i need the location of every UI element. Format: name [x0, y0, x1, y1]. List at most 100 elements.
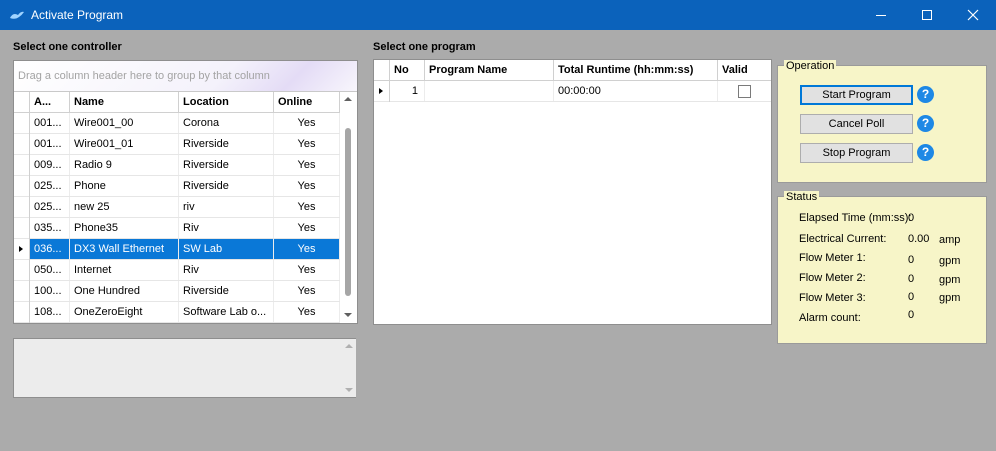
controller-address[interactable]: 009...	[30, 155, 70, 175]
controller-online[interactable]: Yes	[274, 134, 340, 154]
controller-online[interactable]: Yes	[274, 113, 340, 133]
column-header-valid[interactable]: Valid	[718, 60, 771, 80]
scroll-down-icon[interactable]	[344, 313, 352, 317]
row-indicator-icon	[14, 239, 30, 260]
controller-location[interactable]: Riverside	[179, 155, 274, 175]
program-runtime[interactable]: 00:00:00	[554, 81, 718, 101]
table-row[interactable]: 035... Phone35 Riv Yes	[14, 218, 340, 239]
controller-name[interactable]: Phone35	[70, 218, 179, 238]
message-scroll-down-icon[interactable]	[345, 388, 353, 392]
controller-location[interactable]: Corona	[179, 113, 274, 133]
controller-address[interactable]: 001...	[30, 113, 70, 133]
controller-name[interactable]: Radio 9	[70, 155, 179, 175]
column-header-total-runtime[interactable]: Total Runtime (hh:mm:ss)	[554, 60, 718, 80]
column-header-location[interactable]: Location	[179, 92, 274, 112]
operation-group: Operation Start Program ? Cancel Poll ? …	[777, 60, 987, 183]
table-row[interactable]: 025... new 25 riv Yes	[14, 197, 340, 218]
controller-online[interactable]: Yes	[274, 176, 340, 196]
controller-location[interactable]: Riverside	[179, 176, 274, 196]
table-row[interactable]: 036... DX3 Wall Ethernet SW Lab Yes	[14, 239, 340, 260]
start-help-icon[interactable]: ?	[917, 86, 934, 103]
controller-address[interactable]: 025...	[30, 176, 70, 196]
flow3-unit: gpm	[939, 292, 961, 304]
program-no[interactable]: 1	[390, 81, 425, 101]
controller-address[interactable]: 035...	[30, 218, 70, 238]
operation-title: Operation	[784, 60, 837, 72]
program-grid[interactable]: No Program Name Total Runtime (hh:mm:ss)…	[373, 59, 772, 325]
controller-address[interactable]: 036...	[30, 239, 70, 259]
status-title: Status	[784, 191, 820, 203]
controller-address[interactable]: 108...	[30, 302, 70, 322]
minimize-button[interactable]	[858, 0, 904, 30]
table-row[interactable]: 108... OneZeroEight Software Lab o... Yes	[14, 302, 340, 323]
controller-grid[interactable]: Drag a column header here to group by th…	[13, 60, 358, 324]
controller-location[interactable]: Riv	[179, 260, 274, 280]
table-row[interactable]: 100... One Hundred Riverside Yes	[14, 281, 340, 302]
program-name[interactable]	[425, 81, 554, 101]
group-by-panel[interactable]: Drag a column header here to group by th…	[14, 61, 357, 92]
controller-location[interactable]: Riverside	[179, 134, 274, 154]
controller-online[interactable]: Yes	[274, 218, 340, 238]
row-indicator	[14, 155, 30, 176]
controller-name[interactable]: One Hundred	[70, 281, 179, 301]
controller-section-label: Select one controller	[13, 41, 122, 53]
row-indicator	[14, 260, 30, 281]
table-row[interactable]: 050... Internet Riv Yes	[14, 260, 340, 281]
controller-location[interactable]: Riverside	[179, 281, 274, 301]
alarm-value: 0	[908, 309, 915, 321]
controller-location[interactable]: Software Lab o...	[179, 302, 274, 322]
controller-online[interactable]: Yes	[274, 260, 340, 280]
column-header-name[interactable]: Name	[70, 92, 179, 112]
row-indicator-icon	[374, 81, 390, 102]
table-row[interactable]: 001... Wire001_00 Corona Yes	[14, 113, 340, 134]
row-indicator	[14, 281, 30, 302]
controller-location[interactable]: SW Lab	[179, 239, 274, 259]
controller-name[interactable]: Internet	[70, 260, 179, 280]
current-label: Electrical Current:	[799, 233, 887, 245]
controller-name[interactable]: DX3 Wall Ethernet	[70, 239, 179, 259]
controller-scrollbar[interactable]	[341, 92, 355, 322]
controller-online[interactable]: Yes	[274, 281, 340, 301]
message-scroll-up-icon[interactable]	[345, 344, 353, 348]
controller-online[interactable]: Yes	[274, 239, 340, 259]
scroll-thumb[interactable]	[345, 128, 351, 296]
controller-location[interactable]: riv	[179, 197, 274, 217]
controller-address[interactable]: 025...	[30, 197, 70, 217]
table-row[interactable]: 1 00:00:00	[374, 81, 771, 102]
message-scrollbar[interactable]	[342, 339, 356, 397]
stop-program-button[interactable]: Stop Program	[800, 143, 913, 163]
controller-address[interactable]: 100...	[30, 281, 70, 301]
maximize-button[interactable]	[904, 0, 950, 30]
controller-name[interactable]: OneZeroEight	[70, 302, 179, 322]
controller-location[interactable]: Riv	[179, 218, 274, 238]
controller-name[interactable]: Wire001_00	[70, 113, 179, 133]
valid-checkbox[interactable]	[738, 85, 751, 98]
row-indicator	[14, 302, 30, 323]
column-header-online[interactable]: Online	[274, 92, 340, 112]
controller-online[interactable]: Yes	[274, 302, 340, 322]
window-title: Activate Program	[31, 8, 124, 22]
column-header-address[interactable]: A...	[30, 92, 70, 112]
column-header-program-name[interactable]: Program Name	[425, 60, 554, 80]
controller-address[interactable]: 001...	[30, 134, 70, 154]
start-program-button[interactable]: Start Program	[800, 85, 913, 105]
scroll-up-icon[interactable]	[344, 97, 352, 101]
controller-online[interactable]: Yes	[274, 155, 340, 175]
close-button[interactable]	[950, 0, 996, 30]
controller-name[interactable]: Wire001_01	[70, 134, 179, 154]
table-row[interactable]: 025... Phone Riverside Yes	[14, 176, 340, 197]
stop-help-icon[interactable]: ?	[917, 144, 934, 161]
controller-name[interactable]: new 25	[70, 197, 179, 217]
table-row[interactable]: 001... Wire001_01 Riverside Yes	[14, 134, 340, 155]
table-row[interactable]: 009... Radio 9 Riverside Yes	[14, 155, 340, 176]
controller-address[interactable]: 050...	[30, 260, 70, 280]
controller-name[interactable]: Phone	[70, 176, 179, 196]
flow1-value: 0	[908, 254, 915, 266]
program-valid-cell[interactable]	[718, 81, 771, 101]
cancel-poll-button[interactable]: Cancel Poll	[800, 114, 913, 134]
message-box[interactable]	[13, 338, 356, 398]
controller-online[interactable]: Yes	[274, 197, 340, 217]
column-header-no[interactable]: No	[390, 60, 425, 80]
cancel-help-icon[interactable]: ?	[917, 115, 934, 132]
elapsed-label: Elapsed Time (mm:ss):	[799, 212, 912, 224]
